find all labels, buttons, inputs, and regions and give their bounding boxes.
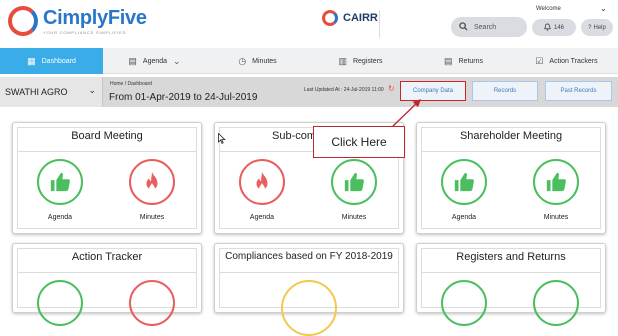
status-circle-icon <box>533 280 579 326</box>
nav-registers[interactable]: ▥ Registers <box>309 48 412 74</box>
search-placeholder: Search <box>474 23 497 31</box>
company-name: SWATHI AGRO <box>5 87 68 97</box>
breadcrumb: Home / Dashboard <box>110 81 152 87</box>
brand-name: CimplyFive <box>43 6 147 29</box>
help-icon: ? <box>588 24 592 31</box>
agenda-label: Agenda <box>249 214 275 221</box>
past-records-button[interactable]: Past Records <box>545 81 612 101</box>
minutes-label: Minutes <box>139 214 165 221</box>
click-here-callout: Click Here <box>313 126 405 158</box>
agenda-label: Agenda <box>47 214 73 221</box>
minutes-thumbs-up-icon[interactable] <box>331 159 377 205</box>
context-bar: SWATHI AGRO ⌄ Home / Dashboard From 01-A… <box>0 77 618 107</box>
agenda-label: Agenda <box>451 214 477 221</box>
nav-action-trackers[interactable]: ☑ Action Trackers <box>515 48 618 74</box>
product-name: CAIRR <box>343 12 378 24</box>
nav-action-trackers-label: Action Trackers <box>549 57 598 65</box>
nav-returns-label: Returns <box>458 57 484 65</box>
status-circle-icon <box>37 280 83 326</box>
card-title: Shareholder Meeting <box>459 130 563 142</box>
card-title: Compliances based on FY 2018-2019 <box>225 251 393 262</box>
clock-icon: ◷ <box>238 55 247 66</box>
user-menu-chevron-icon[interactable]: ⌄ <box>600 4 607 13</box>
status-circle-icon <box>281 280 337 336</box>
card-title: Registers and Returns <box>456 251 566 263</box>
app-header: CimplyFive YOUR COMPLIANCE SIMPLIFIED CA… <box>0 0 618 46</box>
date-range: From 01-Apr-2019 to 24-Jul-2019 <box>109 92 258 103</box>
product-logo: CAIRR <box>322 10 378 26</box>
nav-agenda[interactable]: ▤ Agenda ⌄ <box>103 48 206 74</box>
bell-icon <box>544 23 551 33</box>
nav-agenda-label: Agenda <box>142 57 168 65</box>
registers-returns-card: Registers and Returns <box>416 243 606 326</box>
help-label: Help <box>593 24 606 31</box>
minutes-label: Minutes <box>543 214 569 221</box>
compliances-card: Compliances based on FY 2018-2019 <box>214 243 404 336</box>
welcome-text: Welcome <box>536 6 561 12</box>
chevron-down-icon: ⌄ <box>173 55 181 66</box>
action-tracker-card: Action Tracker <box>12 243 202 326</box>
nav-dashboard[interactable]: ▦ Dashboard <box>0 48 103 74</box>
board-meeting-card: Board Meeting Agenda Minutes <box>12 122 202 234</box>
logo-mark-icon <box>8 6 38 36</box>
nav-minutes-label: Minutes <box>252 57 277 65</box>
nav-registers-label: Registers <box>352 57 383 65</box>
main-nav: ▦ Dashboard ▤ Agenda ⌄ ◷ Minutes ▥ Regis… <box>0 48 618 74</box>
mouse-cursor-icon <box>218 132 226 147</box>
brand-tagline: YOUR COMPLIANCE SIMPLIFIED <box>43 29 127 35</box>
agenda-thumbs-up-icon[interactable] <box>441 159 487 205</box>
search-icon <box>459 21 468 33</box>
dashboard-icon: ▦ <box>27 55 36 66</box>
returns-icon: ▤ <box>443 55 453 66</box>
registers-icon: ▥ <box>338 55 347 66</box>
tracker-icon: ☑ <box>535 55 544 66</box>
agenda-icon: ▤ <box>128 55 137 66</box>
agenda-thumbs-up-icon[interactable] <box>37 159 83 205</box>
nav-minutes[interactable]: ◷ Minutes <box>206 48 309 74</box>
help-button[interactable]: ? Help <box>581 19 613 36</box>
refresh-icon[interactable]: ↻ <box>388 84 395 93</box>
agenda-fire-icon[interactable] <box>239 159 285 205</box>
minutes-label: Minutes <box>341 214 367 221</box>
nav-returns[interactable]: ▤ Returns <box>412 48 515 74</box>
status-circle-icon <box>129 280 175 326</box>
notifications-button[interactable]: 146 <box>532 19 576 36</box>
notification-count: 146 <box>553 24 564 31</box>
header-divider <box>379 10 380 38</box>
search-input[interactable]: Search <box>451 17 527 37</box>
chevron-down-icon: ⌄ <box>88 85 96 95</box>
brand-logo[interactable]: CimplyFive YOUR COMPLIANCE SIMPLIFIED <box>8 6 147 36</box>
records-button[interactable]: Records <box>472 81 538 101</box>
cairr-mark-icon <box>322 10 338 26</box>
card-title: Board Meeting <box>71 130 143 142</box>
nav-dashboard-label: Dashboard <box>41 57 76 65</box>
minutes-fire-icon[interactable] <box>129 159 175 205</box>
shareholder-meeting-card: Shareholder Meeting Agenda Minutes <box>416 122 606 234</box>
card-title: Action Tracker <box>71 251 143 263</box>
minutes-thumbs-up-icon[interactable] <box>533 159 579 205</box>
status-circle-icon <box>441 280 487 326</box>
company-selector[interactable]: SWATHI AGRO ⌄ <box>0 77 103 107</box>
last-updated: Last Updated At : 24-Jul-2019 11:00 <box>304 87 384 93</box>
